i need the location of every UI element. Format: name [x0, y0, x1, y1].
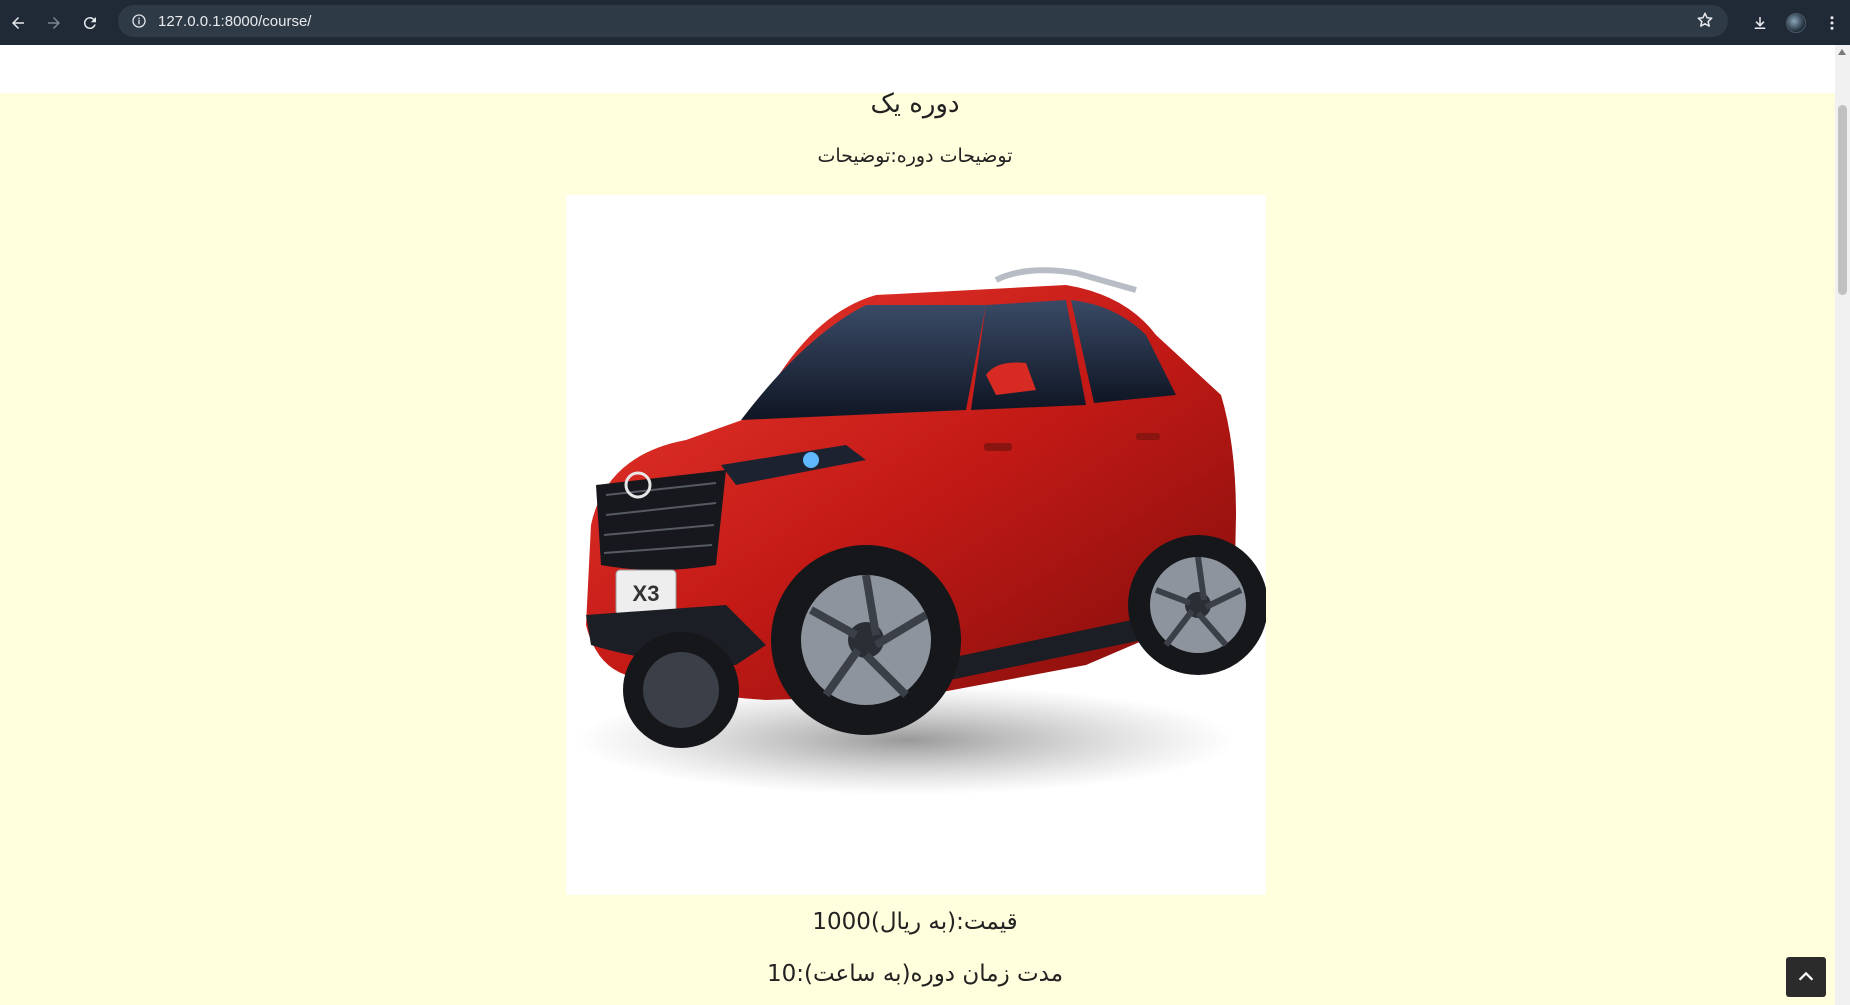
back-button[interactable]: [1, 6, 35, 40]
forward-button[interactable]: [37, 6, 71, 40]
car-illustration: X3: [576, 267, 1268, 795]
back-to-top-button[interactable]: [1786, 957, 1826, 997]
car-badge: X3: [633, 581, 660, 606]
forward-arrow-icon: [48, 16, 60, 29]
toolbar-right-icons: [1742, 0, 1850, 45]
download-icon[interactable]: [1742, 5, 1778, 41]
star-icon[interactable]: [1696, 11, 1714, 33]
course-duration: مدت زمان دوره(به ساعت):10: [766, 961, 1064, 987]
course-price: قیمت:(به ریال)1000: [812, 909, 1018, 935]
course-image: X3: [566, 195, 1268, 895]
url-text[interactable]: 127.0.0.1:8000/course/: [158, 13, 311, 30]
page-content: دوره یک توضیحات دوره:توضیحات X3 قیمت:(به…: [0, 45, 1835, 1005]
vertical-scrollbar[interactable]: [1835, 45, 1850, 1005]
chevron-up-icon: [1798, 971, 1814, 981]
page-header-strip: [0, 45, 1835, 93]
course-title: دوره یک: [870, 89, 960, 119]
scroll-up-arrow-icon[interactable]: [1838, 49, 1846, 55]
reload-button[interactable]: [73, 6, 107, 40]
reload-icon: [83, 16, 96, 29]
info-icon[interactable]: [124, 13, 154, 29]
back-arrow-icon: [12, 16, 24, 29]
menu-dots-icon[interactable]: [1814, 5, 1850, 41]
course-description: توضیحات دوره:توضیحات: [817, 145, 1013, 167]
address-bar[interactable]: 127.0.0.1:8000/course/: [118, 5, 1728, 37]
profile-avatar[interactable]: [1778, 5, 1814, 41]
scrollbar-thumb[interactable]: [1838, 105, 1847, 295]
browser-toolbar: 127.0.0.1:8000/course/: [0, 0, 1850, 45]
